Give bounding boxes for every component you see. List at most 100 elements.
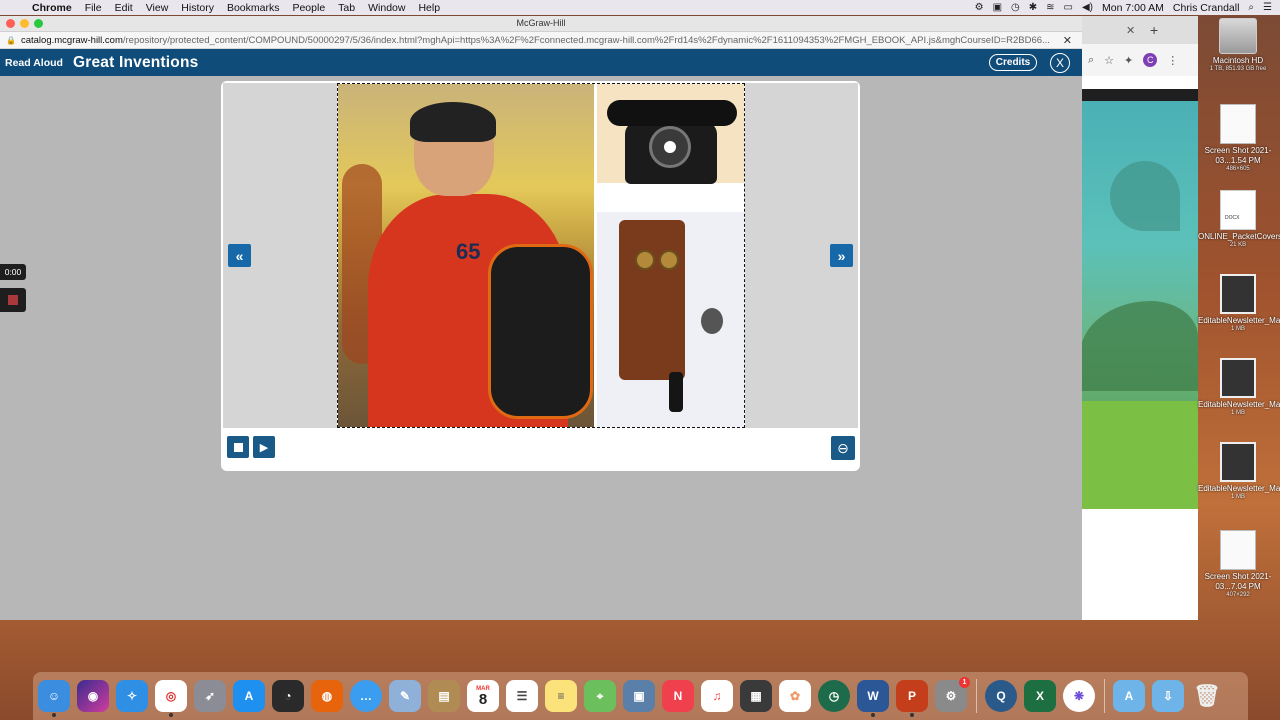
palm-leaf-shape xyxy=(1110,161,1180,231)
time-machine-icon[interactable]: ◷ xyxy=(1011,2,1020,13)
close-icon[interactable]: ✕ xyxy=(1063,34,1072,47)
address-bar[interactable]: 🔒 catalog.mcgraw-hill.com/repository/pro… xyxy=(0,32,1082,49)
play-from-cursor-button[interactable]: ▶ xyxy=(253,436,275,458)
gear-icon[interactable]: ⚙ xyxy=(975,2,984,13)
menu-tab[interactable]: Tab xyxy=(338,2,355,14)
dock-system-preferences[interactable]: ⚙ 1 xyxy=(935,677,970,712)
close-reader-button[interactable]: X xyxy=(1050,53,1070,73)
dock-news[interactable]: N xyxy=(662,680,694,712)
shirt-number: 65 xyxy=(456,239,481,264)
menu-view[interactable]: View xyxy=(146,2,169,14)
dock-preview[interactable]: ✎ xyxy=(389,680,421,712)
zoom-out-button[interactable]: ⊖ xyxy=(831,436,855,460)
menu-help[interactable]: Help xyxy=(418,2,440,14)
dock-downloads-folder[interactable]: ⇩ xyxy=(1152,680,1184,712)
dock-photo-booth[interactable]: ▣ xyxy=(623,680,655,712)
desktop-icon-pptx-1[interactable]: EditableNewsletter_March2...021.pptx 1 M… xyxy=(1198,274,1280,332)
desktop-icon-docx[interactable]: DOCX ONLINE_PacketCovers_March8 21 KB xyxy=(1198,190,1280,248)
stop-audio-button[interactable] xyxy=(227,436,249,458)
dock-word[interactable]: W xyxy=(857,680,889,717)
star-icon[interactable]: ☆ xyxy=(1104,54,1114,67)
desktop-icon-sublabel: 1 MB xyxy=(1230,494,1245,500)
dock-excel[interactable]: X xyxy=(1024,680,1056,712)
search-icon[interactable]: ⌕ xyxy=(1088,54,1094,67)
menu-bookmarks[interactable]: Bookmarks xyxy=(227,2,280,14)
menu-edit[interactable]: Edit xyxy=(115,2,133,14)
dock-chrome[interactable]: ◎ xyxy=(155,680,187,717)
dock-firefox[interactable]: ◍ xyxy=(311,680,343,712)
credits-button[interactable]: Credits xyxy=(989,54,1037,71)
dock: ☺ ◉ ✧ ◎ ➶ A ◔ ◍ … ✎ ▤ MAR 8 ☰ ≡ ⌖ ▣ N ♫ … xyxy=(33,672,1248,720)
menu-file[interactable]: File xyxy=(85,2,102,14)
dock-siri[interactable]: ◉ xyxy=(77,680,109,712)
bg-dark-band xyxy=(1080,89,1198,101)
photos-flower-icon: ✿ xyxy=(789,689,801,703)
dock-unknown-app[interactable]: ❋ xyxy=(1063,680,1095,712)
dock-calendar[interactable]: MAR 8 xyxy=(467,680,499,712)
volume-icon[interactable]: ◀) xyxy=(1082,2,1093,13)
menu-window[interactable]: Window xyxy=(368,2,405,14)
previous-page-button[interactable]: « xyxy=(228,244,251,267)
quicktime-icon: Q xyxy=(996,689,1006,703)
dock-launchpad[interactable]: ➶ xyxy=(194,680,226,712)
wifi-icon[interactable]: ≋ xyxy=(1046,2,1054,13)
dock-safari[interactable]: ✧ xyxy=(116,680,148,712)
lock-icon[interactable]: 🔒 xyxy=(6,36,16,45)
spotlight-icon[interactable]: ⌕ xyxy=(1248,2,1254,13)
screenshot-file-icon xyxy=(1220,104,1256,144)
music-icon: ♫ xyxy=(712,689,722,703)
dock-trash[interactable]: 🗑 xyxy=(1191,680,1223,712)
collage-image: 65 xyxy=(337,83,745,428)
more-menu-icon[interactable]: ⋮ xyxy=(1167,54,1178,67)
desktop-icon-pptx-2[interactable]: EditableNewsletter_March1...021.pptx 1 M… xyxy=(1198,358,1280,416)
dock-reminders[interactable]: ☰ xyxy=(506,680,538,712)
notification-center-icon[interactable]: ☰ xyxy=(1263,2,1272,13)
desktop-icon-sublabel: 407×292 xyxy=(1226,592,1250,598)
dock-messenger[interactable]: … xyxy=(350,680,382,712)
dock-photo-editor[interactable]: ▦ xyxy=(740,680,772,712)
airplay-icon[interactable]: ▭ xyxy=(1064,2,1073,13)
minimize-window-button[interactable] xyxy=(20,19,29,28)
notification-badge: 1 xyxy=(959,677,970,688)
new-tab-icon[interactable]: + xyxy=(1150,22,1158,38)
clock[interactable]: Mon 7:00 AM xyxy=(1102,2,1164,14)
rocket-icon: ➶ xyxy=(204,689,216,703)
battery-app-icon[interactable]: ▣ xyxy=(993,2,1002,13)
dock-photos[interactable]: ✿ xyxy=(779,680,811,712)
dock-notes[interactable]: ≡ xyxy=(545,680,577,712)
dock-powerpoint[interactable]: P xyxy=(896,680,928,717)
reminders-icon: ☰ xyxy=(516,689,528,703)
menu-app-name[interactable]: Chrome xyxy=(32,2,72,14)
bluetooth-icon[interactable]: ✱ xyxy=(1029,2,1037,13)
hair-shape xyxy=(410,102,496,142)
stop-recording-button[interactable] xyxy=(0,288,26,312)
extensions-icon[interactable]: ✦ xyxy=(1124,54,1133,67)
dock-finder[interactable]: ☺ xyxy=(38,680,70,717)
dock-applications-folder[interactable]: A xyxy=(1113,680,1145,712)
dock-notebook[interactable]: ▤ xyxy=(428,680,460,712)
user-name[interactable]: Chris Crandall xyxy=(1173,2,1240,14)
folder-icon: A xyxy=(1124,689,1134,703)
desktop-icon-pptx-3[interactable]: EditableNewsletter_March8...021.pptx 1 M… xyxy=(1198,442,1280,500)
news-icon: N xyxy=(673,689,683,703)
desktop-icon-label: Screen Shot 2021-03...1.54 PM xyxy=(1204,146,1272,165)
menu-people[interactable]: People xyxy=(292,2,325,14)
desktop-icon-screenshot-2[interactable]: Screen Shot 2021-03...7.04 PM 407×292 xyxy=(1198,530,1278,598)
desktop-icon-screenshot-1[interactable]: Screen Shot 2021-03...1.54 PM 486×605 xyxy=(1198,104,1278,172)
dock-quicktime[interactable]: Q xyxy=(985,680,1017,712)
dock-time-machine[interactable]: ◷ xyxy=(818,680,850,712)
dock-app-store[interactable]: A xyxy=(233,680,265,712)
status-area: ⚙ ▣ ◷ ✱ ≋ ▭ ◀) Mon 7:00 AM Chris Crandal… xyxy=(966,0,1272,15)
fullscreen-window-button[interactable] xyxy=(34,19,43,28)
avatar[interactable]: C xyxy=(1143,53,1158,67)
dock-dashboard[interactable]: ◔ xyxy=(272,680,304,712)
next-page-button[interactable]: » xyxy=(830,244,853,267)
dock-music[interactable]: ♫ xyxy=(701,680,733,712)
dock-maps[interactable]: ⌖ xyxy=(584,680,616,712)
desktop-icon-macintosh-hd[interactable]: Macintosh HD 1 TB, 851.93 GB free xyxy=(1198,18,1278,72)
close-window-button[interactable] xyxy=(6,19,15,28)
running-indicator xyxy=(52,713,56,717)
clock-icon: ◷ xyxy=(828,689,840,703)
close-icon[interactable]: ✕ xyxy=(1126,24,1135,37)
menu-history[interactable]: History xyxy=(181,2,214,14)
